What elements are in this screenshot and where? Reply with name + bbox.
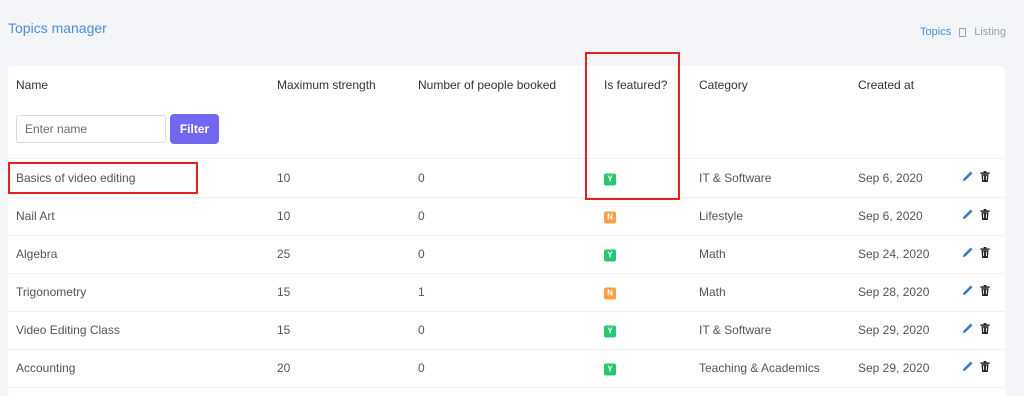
- cell-is-featured: Y: [604, 361, 616, 376]
- cell-name: Algebra: [16, 247, 58, 261]
- pencil-icon[interactable]: [962, 247, 973, 261]
- trash-icon[interactable]: [980, 171, 990, 185]
- cell-people-booked: 0: [418, 209, 425, 223]
- cell-maximum-strength: 15: [277, 285, 291, 299]
- column-header-is-featured[interactable]: Is featured?: [604, 78, 667, 92]
- cell-people-booked: 1: [418, 285, 425, 299]
- row-actions: [962, 209, 990, 223]
- cell-category: Math: [699, 247, 726, 261]
- cell-people-booked: 0: [418, 171, 425, 185]
- page-title: Topics manager: [8, 20, 107, 36]
- table-row: Basics of video editing 10 0 IT & Software S…: [8, 159, 1005, 198]
- cell-created-at: Sep 24, 2020: [858, 247, 930, 261]
- row-actions: [962, 285, 990, 299]
- featured-badge: Y: [604, 325, 616, 338]
- column-header-maximum-strength[interactable]: Maximum strength: [277, 78, 376, 92]
- cell-created-at: Sep 29, 2020: [858, 323, 930, 337]
- cell-created-at: Sep 29, 2020: [858, 361, 930, 375]
- table-row: Nail Art 10 0 Lifestyle Sep 6, 2020 N: [8, 197, 1005, 236]
- row-actions: [962, 171, 990, 185]
- row-actions: [962, 323, 990, 337]
- featured-badge: Y: [604, 173, 616, 186]
- row-actions: [962, 361, 990, 375]
- table-row: Video Editing Class 15 0 IT & Software Sep 2…: [8, 311, 1005, 350]
- cell-people-booked: 0: [418, 247, 425, 261]
- cell-name: Nail Art: [16, 209, 55, 223]
- table-row: Accounting 20 0 Teaching & Academics Sep 29,…: [8, 349, 1005, 388]
- cell-maximum-strength: 25: [277, 247, 291, 261]
- cell-category: IT & Software: [699, 323, 772, 337]
- cell-people-booked: 0: [418, 323, 425, 337]
- trash-icon[interactable]: [980, 323, 990, 337]
- pencil-icon[interactable]: [962, 361, 973, 375]
- cell-category: IT & Software: [699, 171, 772, 185]
- featured-badge: Y: [604, 249, 616, 262]
- topics-table-card: Name Maximum strength Number of people b…: [8, 52, 1005, 396]
- cell-is-featured: Y: [604, 171, 616, 186]
- name-filter-input[interactable]: [16, 115, 166, 143]
- trash-icon[interactable]: [980, 209, 990, 223]
- cell-maximum-strength: 10: [277, 171, 291, 185]
- column-header-category[interactable]: Category: [699, 78, 748, 92]
- cell-people-booked: 0: [418, 361, 425, 375]
- featured-badge: N: [604, 287, 616, 300]
- breadcrumb-topics-link[interactable]: Topics: [920, 26, 951, 38]
- row-actions: [962, 247, 990, 261]
- cell-name: Basics of video editing: [16, 171, 136, 185]
- featured-badge: N: [604, 211, 616, 224]
- cell-category: Math: [699, 285, 726, 299]
- column-header-people-booked[interactable]: Number of people booked: [418, 78, 556, 92]
- cell-maximum-strength: 15: [277, 323, 291, 337]
- cell-is-featured: N: [604, 285, 616, 300]
- column-header-created-at[interactable]: Created at: [858, 78, 914, 92]
- trash-icon[interactable]: [980, 247, 990, 261]
- cell-name: Accounting: [16, 361, 76, 375]
- cell-is-featured: N: [604, 209, 616, 224]
- cell-is-featured: Y: [604, 323, 616, 338]
- trash-icon[interactable]: [980, 285, 990, 299]
- cell-name: Trigonometry: [16, 285, 87, 299]
- cell-category: Lifestyle: [699, 209, 744, 223]
- cell-is-featured: Y: [604, 247, 616, 262]
- cell-name: Video Editing Class: [16, 323, 120, 337]
- pencil-icon[interactable]: [962, 209, 973, 223]
- breadcrumb-current: Listing: [974, 26, 1006, 38]
- cell-maximum-strength: 10: [277, 209, 291, 223]
- cell-created-at: Sep 6, 2020: [858, 209, 923, 223]
- column-header-name[interactable]: Name: [16, 78, 48, 92]
- filter-row: Filter: [16, 114, 219, 144]
- cell-category: Teaching & Academics: [699, 361, 820, 375]
- cell-maximum-strength: 20: [277, 361, 291, 375]
- cell-created-at: Sep 6, 2020: [858, 171, 923, 185]
- filter-button[interactable]: Filter: [170, 114, 219, 144]
- pencil-icon[interactable]: [962, 323, 973, 337]
- trash-icon[interactable]: [980, 361, 990, 375]
- breadcrumb: Topics Listing: [920, 26, 1006, 38]
- table-row: Algebra 25 0 Math Sep 24, 2020 Y: [8, 235, 1005, 274]
- featured-badge: Y: [604, 363, 616, 376]
- pencil-icon[interactable]: [962, 171, 973, 185]
- pencil-icon[interactable]: [962, 285, 973, 299]
- table-row: Trigonometry 15 1 Math Sep 28, 2020 N: [8, 273, 1005, 312]
- breadcrumb-separator-icon: [959, 27, 967, 37]
- cell-created-at: Sep 28, 2020: [858, 285, 930, 299]
